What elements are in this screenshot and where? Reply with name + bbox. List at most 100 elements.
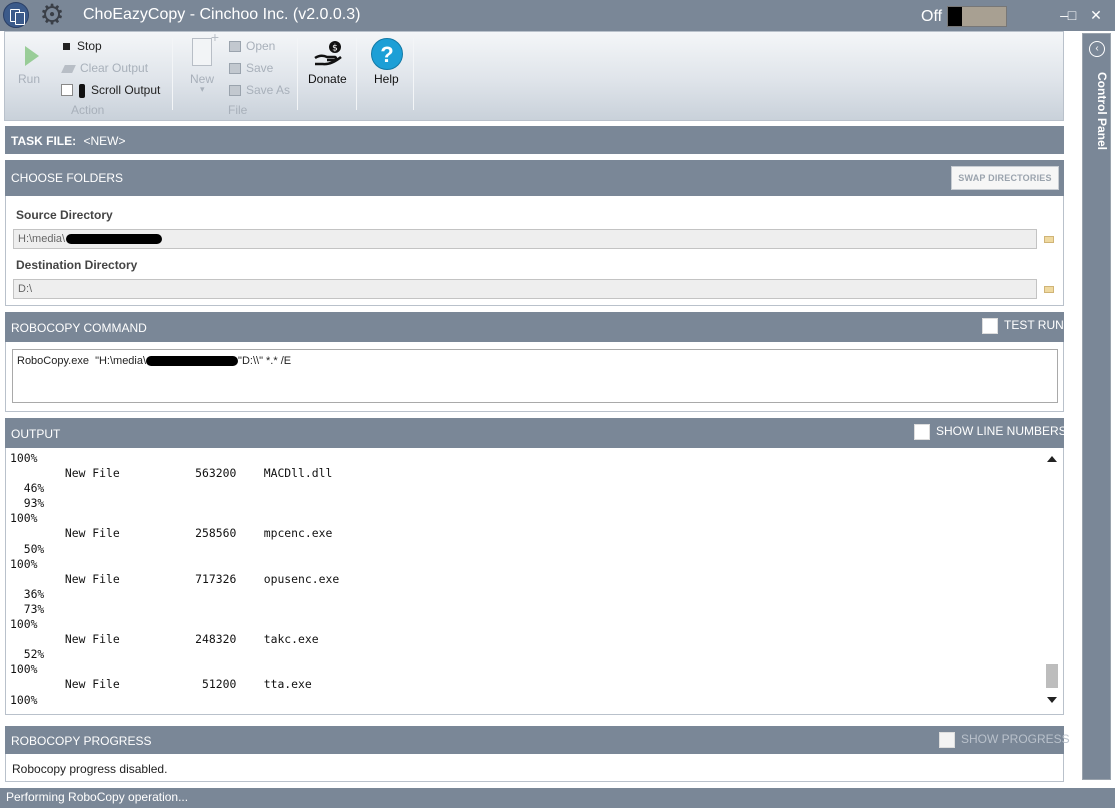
redaction-mark [66, 234, 163, 245]
clear-output-button[interactable]: Clear Output [59, 59, 148, 77]
power-toggle[interactable] [947, 6, 1007, 27]
progress-message: Robocopy progress disabled. [12, 762, 168, 776]
donate-label: Donate [308, 72, 347, 86]
robocopy-command-panel: RoboCopy.exe "H:\media\ "D:\\" *.* /E [5, 342, 1064, 412]
source-folder-browse-icon[interactable] [1044, 236, 1054, 243]
gear-icon[interactable]: ⚙ [37, 1, 67, 31]
task-file-bar: TASK FILE: <NEW> [5, 126, 1064, 154]
choose-folders-panel: Source Directory H:\media\ Destination D… [5, 196, 1064, 306]
app-logo-icon[interactable] [3, 2, 29, 28]
open-icon [229, 41, 241, 53]
save-as-icon [229, 85, 241, 97]
new-dropdown-arrow[interactable]: ▾ [200, 84, 205, 95]
choose-folders-header: CHOOSE FOLDERS SWAP DIRECTORIES [5, 160, 1064, 196]
window-title: ChoEazyCopy - Cinchoo Inc. (v2.0.0.3) [83, 6, 361, 23]
test-run-label: TEST RUN [1004, 318, 1064, 333]
action-group-label: Action [71, 103, 105, 117]
test-run-checkbox[interactable] [982, 318, 998, 334]
test-run-toggle[interactable]: TEST RUN [982, 318, 1064, 334]
destination-directory-field[interactable]: D:\ [13, 279, 1037, 299]
robocopy-command-textbox[interactable]: RoboCopy.exe "H:\media\ "D:\\" *.* /E [12, 349, 1058, 403]
robocopy-command-title: ROBOCOPY COMMAND [11, 321, 147, 335]
robocopy-progress-title: ROBOCOPY PROGRESS [11, 734, 152, 748]
run-label: Run [18, 72, 41, 86]
output-log[interactable]: 100% New File 563200 MACDll.dll 46% 93% 1… [10, 451, 339, 708]
output-line: 100% [10, 451, 38, 465]
save-as-button[interactable]: Save As [229, 81, 290, 99]
scroll-output-toggle[interactable]: Scroll Output [59, 81, 160, 99]
save-icon [229, 63, 241, 75]
scroll-down-arrow-icon[interactable] [1047, 697, 1057, 703]
ribbon-toolbar: Run Stop Clear Output Scroll Output Acti… [4, 29, 1064, 121]
collapse-chevron-icon[interactable]: ‹ [1089, 41, 1105, 57]
output-line: 100% [10, 556, 38, 571]
task-file-label: TASK FILE: [11, 134, 77, 148]
scroll-output-checkbox[interactable] [61, 84, 73, 97]
save-as-label: Save As [246, 83, 291, 97]
output-line: New File 51200 tta.exe [10, 677, 312, 692]
show-progress-label: SHOW PROGRESS [961, 732, 1070, 747]
output-line: 100% [10, 617, 38, 632]
status-text: Performing RoboCopy operation... [6, 790, 189, 804]
output-line: New File 717326 opusenc.exe [10, 571, 340, 586]
robocopy-progress-panel: Robocopy progress disabled. [5, 754, 1064, 782]
play-icon [25, 46, 39, 66]
save-button[interactable]: Save [229, 59, 273, 77]
new-button[interactable]: New ▾ [183, 29, 223, 98]
task-file-value: <NEW> [83, 134, 126, 148]
choose-folders-title: CHOOSE FOLDERS [11, 171, 124, 185]
eraser-icon [61, 64, 76, 73]
destination-folder-browse-icon[interactable] [1044, 286, 1054, 293]
show-progress-checkbox[interactable] [939, 732, 955, 748]
maximize-glyph[interactable]: □ [1063, 6, 1081, 24]
output-line: 73% [10, 601, 45, 616]
show-line-numbers-toggle[interactable]: SHOW LINE NUMBERS [914, 424, 1067, 440]
toggle-label: Off [921, 8, 943, 25]
show-line-numbers-label: SHOW LINE NUMBERS [936, 424, 1067, 439]
title-bar: ⚙ ChoEazyCopy - Cinchoo Inc. (v2.0.0.3) … [0, 0, 1115, 31]
output-line: 93% [10, 496, 45, 511]
donate-hand-icon: $ [314, 41, 342, 66]
output-line: 46% [10, 481, 45, 496]
output-line: 52% [10, 647, 45, 662]
swap-directories-button[interactable]: SWAP DIRECTORIES [951, 166, 1059, 190]
scroll-up-arrow-icon[interactable] [1047, 456, 1057, 462]
destination-directory-label: Destination Directory [16, 258, 138, 272]
status-bar: Performing RoboCopy operation... [0, 788, 1115, 808]
output-line: 100% [10, 692, 38, 707]
help-button[interactable]: ? Help [361, 32, 411, 98]
control-panel-sidebar[interactable]: ‹ Control Panel [1082, 33, 1111, 780]
output-panel[interactable]: 100% New File 563200 MACDll.dll 46% 93% 1… [5, 448, 1064, 715]
svg-text:$: $ [332, 44, 338, 54]
help-icon: ? [371, 38, 403, 70]
run-button[interactable]: Run [5, 32, 53, 98]
output-title: OUTPUT [11, 427, 61, 441]
close-button[interactable]: ✕ [1087, 6, 1105, 24]
open-button[interactable]: Open [229, 37, 275, 55]
output-line: 50% [10, 541, 45, 556]
toggle-knob[interactable] [948, 7, 962, 26]
ribbon-separator [297, 38, 298, 110]
ribbon-separator [356, 38, 357, 110]
scroll-icon [79, 83, 85, 98]
stop-button[interactable]: Stop [59, 37, 102, 55]
save-label: Save [246, 61, 274, 75]
source-directory-field[interactable]: H:\media\ [13, 229, 1037, 249]
scrollbar-thumb[interactable] [1046, 664, 1058, 688]
ribbon-separator [413, 38, 414, 110]
redaction-mark [146, 356, 239, 367]
show-line-numbers-checkbox[interactable] [914, 424, 930, 440]
stop-label: Stop [77, 39, 102, 53]
output-line: New File 258560 mpcenc.exe [10, 526, 333, 541]
scroll-output-label: Scroll Output [91, 83, 161, 97]
output-header: OUTPUT SHOW LINE NUMBERS [5, 418, 1067, 448]
output-line: 100% [10, 511, 38, 526]
source-directory-label: Source Directory [16, 208, 113, 222]
donate-button[interactable]: $ Donate [301, 32, 355, 98]
stop-icon [63, 42, 70, 50]
new-document-icon [192, 29, 219, 66]
file-group-label: File [228, 103, 248, 117]
show-progress-toggle[interactable]: SHOW PROGRESS [939, 732, 1070, 748]
output-line: 100% [10, 662, 38, 677]
output-line: 36% [10, 586, 45, 601]
